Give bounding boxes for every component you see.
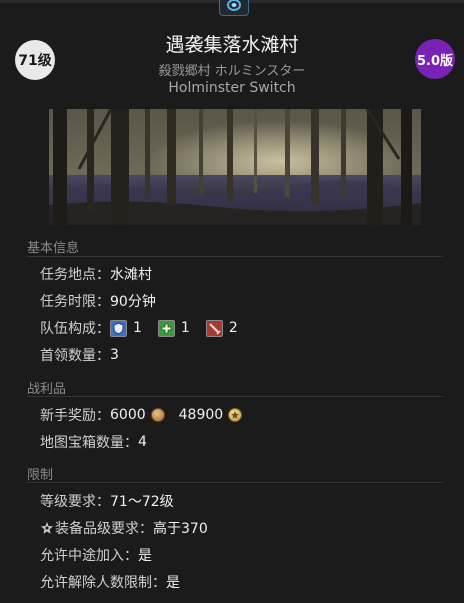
section-divider <box>27 396 443 397</box>
section-title-limits: 限制 <box>27 468 54 483</box>
dps-sword-icon <box>205 319 223 337</box>
map-chest-label: 地图宝箱数量： <box>40 435 138 451</box>
tank-count: 1 <box>133 320 142 336</box>
duty-emblem-icon <box>219 0 249 16</box>
level-requirement-row: 等级要求： 71～72级 <box>40 491 174 511</box>
dps-count: 2 <box>228 320 238 336</box>
level-requirement-label: 等级要求： <box>40 494 110 510</box>
location-label: 任务地点： <box>40 267 110 283</box>
time-limit-label: 任务时限： <box>40 294 110 310</box>
tomestone-icon <box>228 408 243 422</box>
duty-info-card: 71级 5.0版 遇袭集落水滩村 殺戮郷村 ホルミンスター Holminster… <box>0 0 464 603</box>
gil-value: 6000 <box>110 407 146 423</box>
item-level-label: 装备品级要求： <box>55 521 153 537</box>
novice-reward-label: 新手奖励： <box>40 408 110 424</box>
duty-subtitle-jp: 殺戮郷村 ホルミンスター <box>158 64 306 79</box>
duty-banner-image <box>49 109 421 225</box>
tomestone-value: 48900 <box>178 407 224 423</box>
join-in-progress-value: 是 <box>138 548 152 564</box>
boss-count-value: 3 <box>110 347 119 363</box>
join-in-progress-label: 允许中途加入： <box>40 548 138 564</box>
unrestricted-party-row: 允许解除人数限制： 是 <box>40 572 180 592</box>
unrestricted-party-label: 允许解除人数限制： <box>40 575 166 591</box>
item-level-value: 高于370 <box>153 521 208 537</box>
section-title-loot: 战利品 <box>27 382 67 397</box>
section-divider <box>27 482 443 483</box>
gil-coin-icon <box>150 408 165 422</box>
join-in-progress-row: 允许中途加入： 是 <box>40 545 152 565</box>
tank-shield-icon <box>110 319 127 337</box>
location-value: 水滩村 <box>110 267 152 283</box>
duty-subtitle-en: Holminster Switch <box>168 80 296 96</box>
healer-count: 1 <box>180 320 190 336</box>
duty-title: 遇袭集落水滩村 <box>165 34 299 56</box>
map-chest-row: 地图宝箱数量： 4 <box>40 432 147 452</box>
map-chest-value: 4 <box>138 434 147 450</box>
time-limit-row: 任务时限： 90分钟 <box>40 291 156 311</box>
boss-count-label: 首领数量： <box>40 348 110 364</box>
novice-reward-row: 新手奖励： 6000 48900 <box>40 405 256 425</box>
time-limit-value: 90分钟 <box>110 294 156 310</box>
item-level-icon <box>40 521 54 535</box>
item-level-row: 装备品级要求： 高于370 <box>40 518 208 538</box>
boss-count-row: 首领数量： 3 <box>40 345 119 365</box>
healer-cross-icon <box>157 319 175 337</box>
section-divider <box>27 256 443 257</box>
unrestricted-party-value: 是 <box>166 575 180 591</box>
party-composition-row: 队伍构成： 1 1 2 <box>40 318 238 338</box>
party-label: 队伍构成： <box>40 321 110 337</box>
location-row: 任务地点： 水滩村 <box>40 264 152 284</box>
level-requirement-value: 71～72级 <box>110 494 174 510</box>
section-title-basic-info: 基本信息 <box>27 241 80 256</box>
